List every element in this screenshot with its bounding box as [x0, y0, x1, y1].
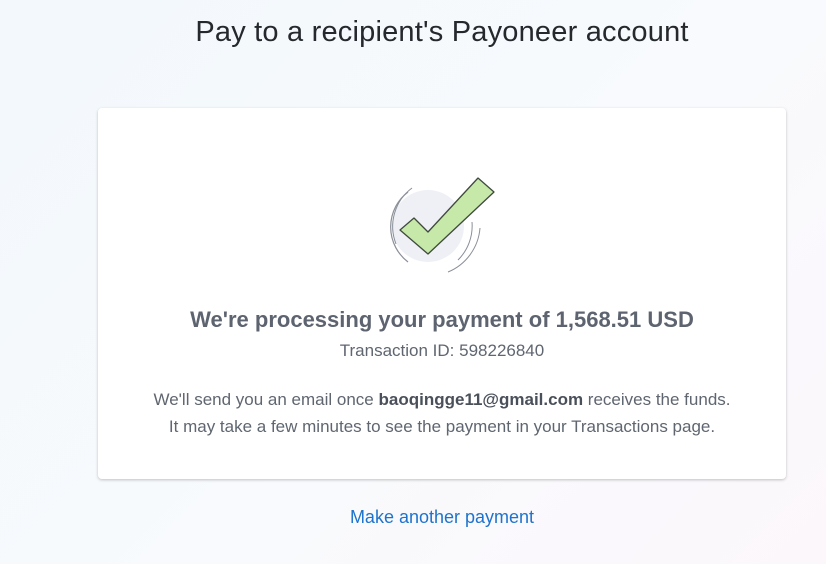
transaction-id: Transaction ID: 598226840	[339, 341, 545, 360]
email-notice-suffix: receives the funds.	[583, 390, 731, 409]
confirmation-card: We're processing your payment of 1,568.5…	[98, 108, 786, 479]
recipient-email: baoqingge11@gmail.com	[378, 390, 584, 409]
email-notice-line: We'll send you an email once baoqingge11…	[98, 386, 786, 413]
make-another-payment-link[interactable]: Make another payment	[0, 507, 826, 528]
processing-headline: We're processing your payment of 1,568.5…	[190, 307, 694, 332]
checkmark-success-icon	[390, 177, 495, 273]
timing-notice: It may take a few minutes to see the pay…	[168, 417, 716, 436]
email-notice-prefix: We'll send you an email once	[153, 390, 379, 409]
email-notice: We'll send you an email once baoqingge11…	[98, 386, 786, 440]
page-title: Pay to a recipient's Payoneer account	[195, 16, 689, 48]
